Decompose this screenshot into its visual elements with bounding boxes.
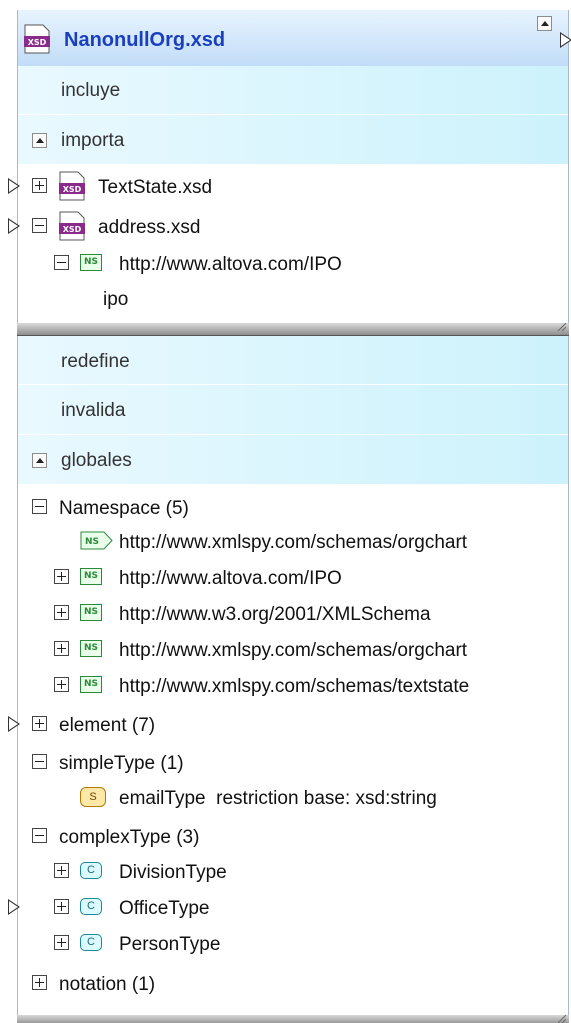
complex-type-item[interactable]: OfficeType xyxy=(119,899,209,918)
collapse-complextypes-button[interactable] xyxy=(32,828,47,843)
expand-notations-button[interactable] xyxy=(32,975,47,990)
expand-namespace-button[interactable] xyxy=(54,677,69,692)
complex-type-item[interactable]: DivisionType xyxy=(119,863,227,882)
connector-arrow-icon[interactable] xyxy=(8,178,20,194)
section-globals[interactable]: globales xyxy=(18,435,568,484)
connector-arrow-icon[interactable] xyxy=(8,716,20,732)
namespace-group-label[interactable]: Namespace (5) xyxy=(59,499,189,518)
import-textstate-name[interactable]: TextState.xsd xyxy=(98,178,212,197)
notation-group-label[interactable]: notation (1) xyxy=(59,975,155,994)
namespace-icon: NS xyxy=(80,604,102,621)
panel-splitter[interactable] xyxy=(17,323,569,336)
svg-text:XSD: XSD xyxy=(28,38,47,47)
collapse-globals-button[interactable] xyxy=(32,453,47,468)
collapse-imports-button[interactable] xyxy=(32,133,47,148)
namespace-uri[interactable]: http://www.altova.com/IPO xyxy=(119,569,342,588)
collapse-namespaces-button[interactable] xyxy=(32,499,47,514)
section-includes-label: incluye xyxy=(61,80,121,101)
import-prefix: ipo xyxy=(103,289,129,310)
connector-arrow-icon[interactable] xyxy=(560,32,571,48)
section-overrides[interactable]: invalida xyxy=(18,385,568,434)
namespace-uri[interactable]: http://www.xmlspy.com/schemas/textstate xyxy=(119,677,469,696)
namespace-icon: NS xyxy=(80,568,102,585)
expand-namespace-button[interactable] xyxy=(54,641,69,656)
complextype-group-label[interactable]: complexType (3) xyxy=(59,828,199,847)
import-namespace-uri[interactable]: http://www.altova.com/IPO xyxy=(119,255,342,274)
simpletype-group-label[interactable]: simpleType (1) xyxy=(59,754,184,773)
simple-type-icon: S xyxy=(80,787,106,807)
connector-arrow-icon[interactable] xyxy=(8,899,20,915)
xsd-file-icon: XSD xyxy=(24,24,50,54)
schema-header-panel: XSD NanonullOrg.xsd incluye importa XSD … xyxy=(17,10,569,335)
section-overrides-label: invalida xyxy=(61,400,126,421)
xsd-file-icon: XSD xyxy=(59,211,85,241)
svg-text:XSD: XSD xyxy=(63,225,82,234)
expand-namespace-button[interactable] xyxy=(54,605,69,620)
expand-elements-button[interactable] xyxy=(32,716,47,731)
section-redefines-label: redefine xyxy=(61,351,130,372)
namespace-uri[interactable]: http://www.xmlspy.com/schemas/orgchart xyxy=(119,533,467,552)
complex-type-icon: C xyxy=(80,898,102,915)
expand-textstate-button[interactable] xyxy=(32,178,47,193)
section-globals-label: globales xyxy=(61,450,132,471)
section-imports[interactable]: importa xyxy=(18,115,568,164)
expand-namespace-button[interactable] xyxy=(54,569,69,584)
resize-grip-icon[interactable] xyxy=(556,1015,566,1023)
import-address-name[interactable]: address.xsd xyxy=(98,218,200,237)
complex-type-icon: C xyxy=(80,862,102,879)
expand-complextype-button[interactable] xyxy=(54,899,69,914)
element-group-label[interactable]: element (7) xyxy=(59,716,155,735)
expand-complextype-button[interactable] xyxy=(54,863,69,878)
section-imports-label: importa xyxy=(61,130,125,151)
xsd-file-icon: XSD xyxy=(59,171,85,201)
collapse-simpletypes-button[interactable] xyxy=(32,754,47,769)
expand-complextype-button[interactable] xyxy=(54,935,69,950)
collapse-address-button[interactable] xyxy=(32,218,47,233)
complex-type-icon: C xyxy=(80,934,102,951)
collapse-header-button[interactable] xyxy=(537,16,552,31)
collapse-namespace-button[interactable] xyxy=(54,255,69,270)
section-redefines[interactable]: redefine xyxy=(18,336,568,384)
connector-arrow-icon[interactable] xyxy=(8,218,20,234)
schema-components-panel: redefine invalida globales Namespace (5)… xyxy=(17,336,569,1023)
svg-text:NS: NS xyxy=(85,537,99,547)
namespace-uri[interactable]: http://www.w3.org/2001/XMLSchema xyxy=(119,605,431,624)
namespace-icon: NS xyxy=(80,640,102,657)
namespace-icon: NS xyxy=(80,254,102,271)
namespace-uri[interactable]: http://www.xmlspy.com/schemas/orgchart xyxy=(119,641,467,660)
namespace-icon: NS xyxy=(80,676,102,693)
svg-text:XSD: XSD xyxy=(63,185,82,194)
schema-file-name: NanonullOrg.xsd xyxy=(64,29,226,51)
simple-type-item[interactable]: emailType restriction base: xsd:string xyxy=(119,789,437,808)
section-includes[interactable]: incluye xyxy=(18,66,568,114)
resize-grip-icon[interactable] xyxy=(556,323,566,331)
target-namespace-icon: NS xyxy=(80,531,113,550)
complex-type-item[interactable]: PersonType xyxy=(119,935,220,954)
bottom-resize-bar[interactable] xyxy=(17,1015,569,1023)
